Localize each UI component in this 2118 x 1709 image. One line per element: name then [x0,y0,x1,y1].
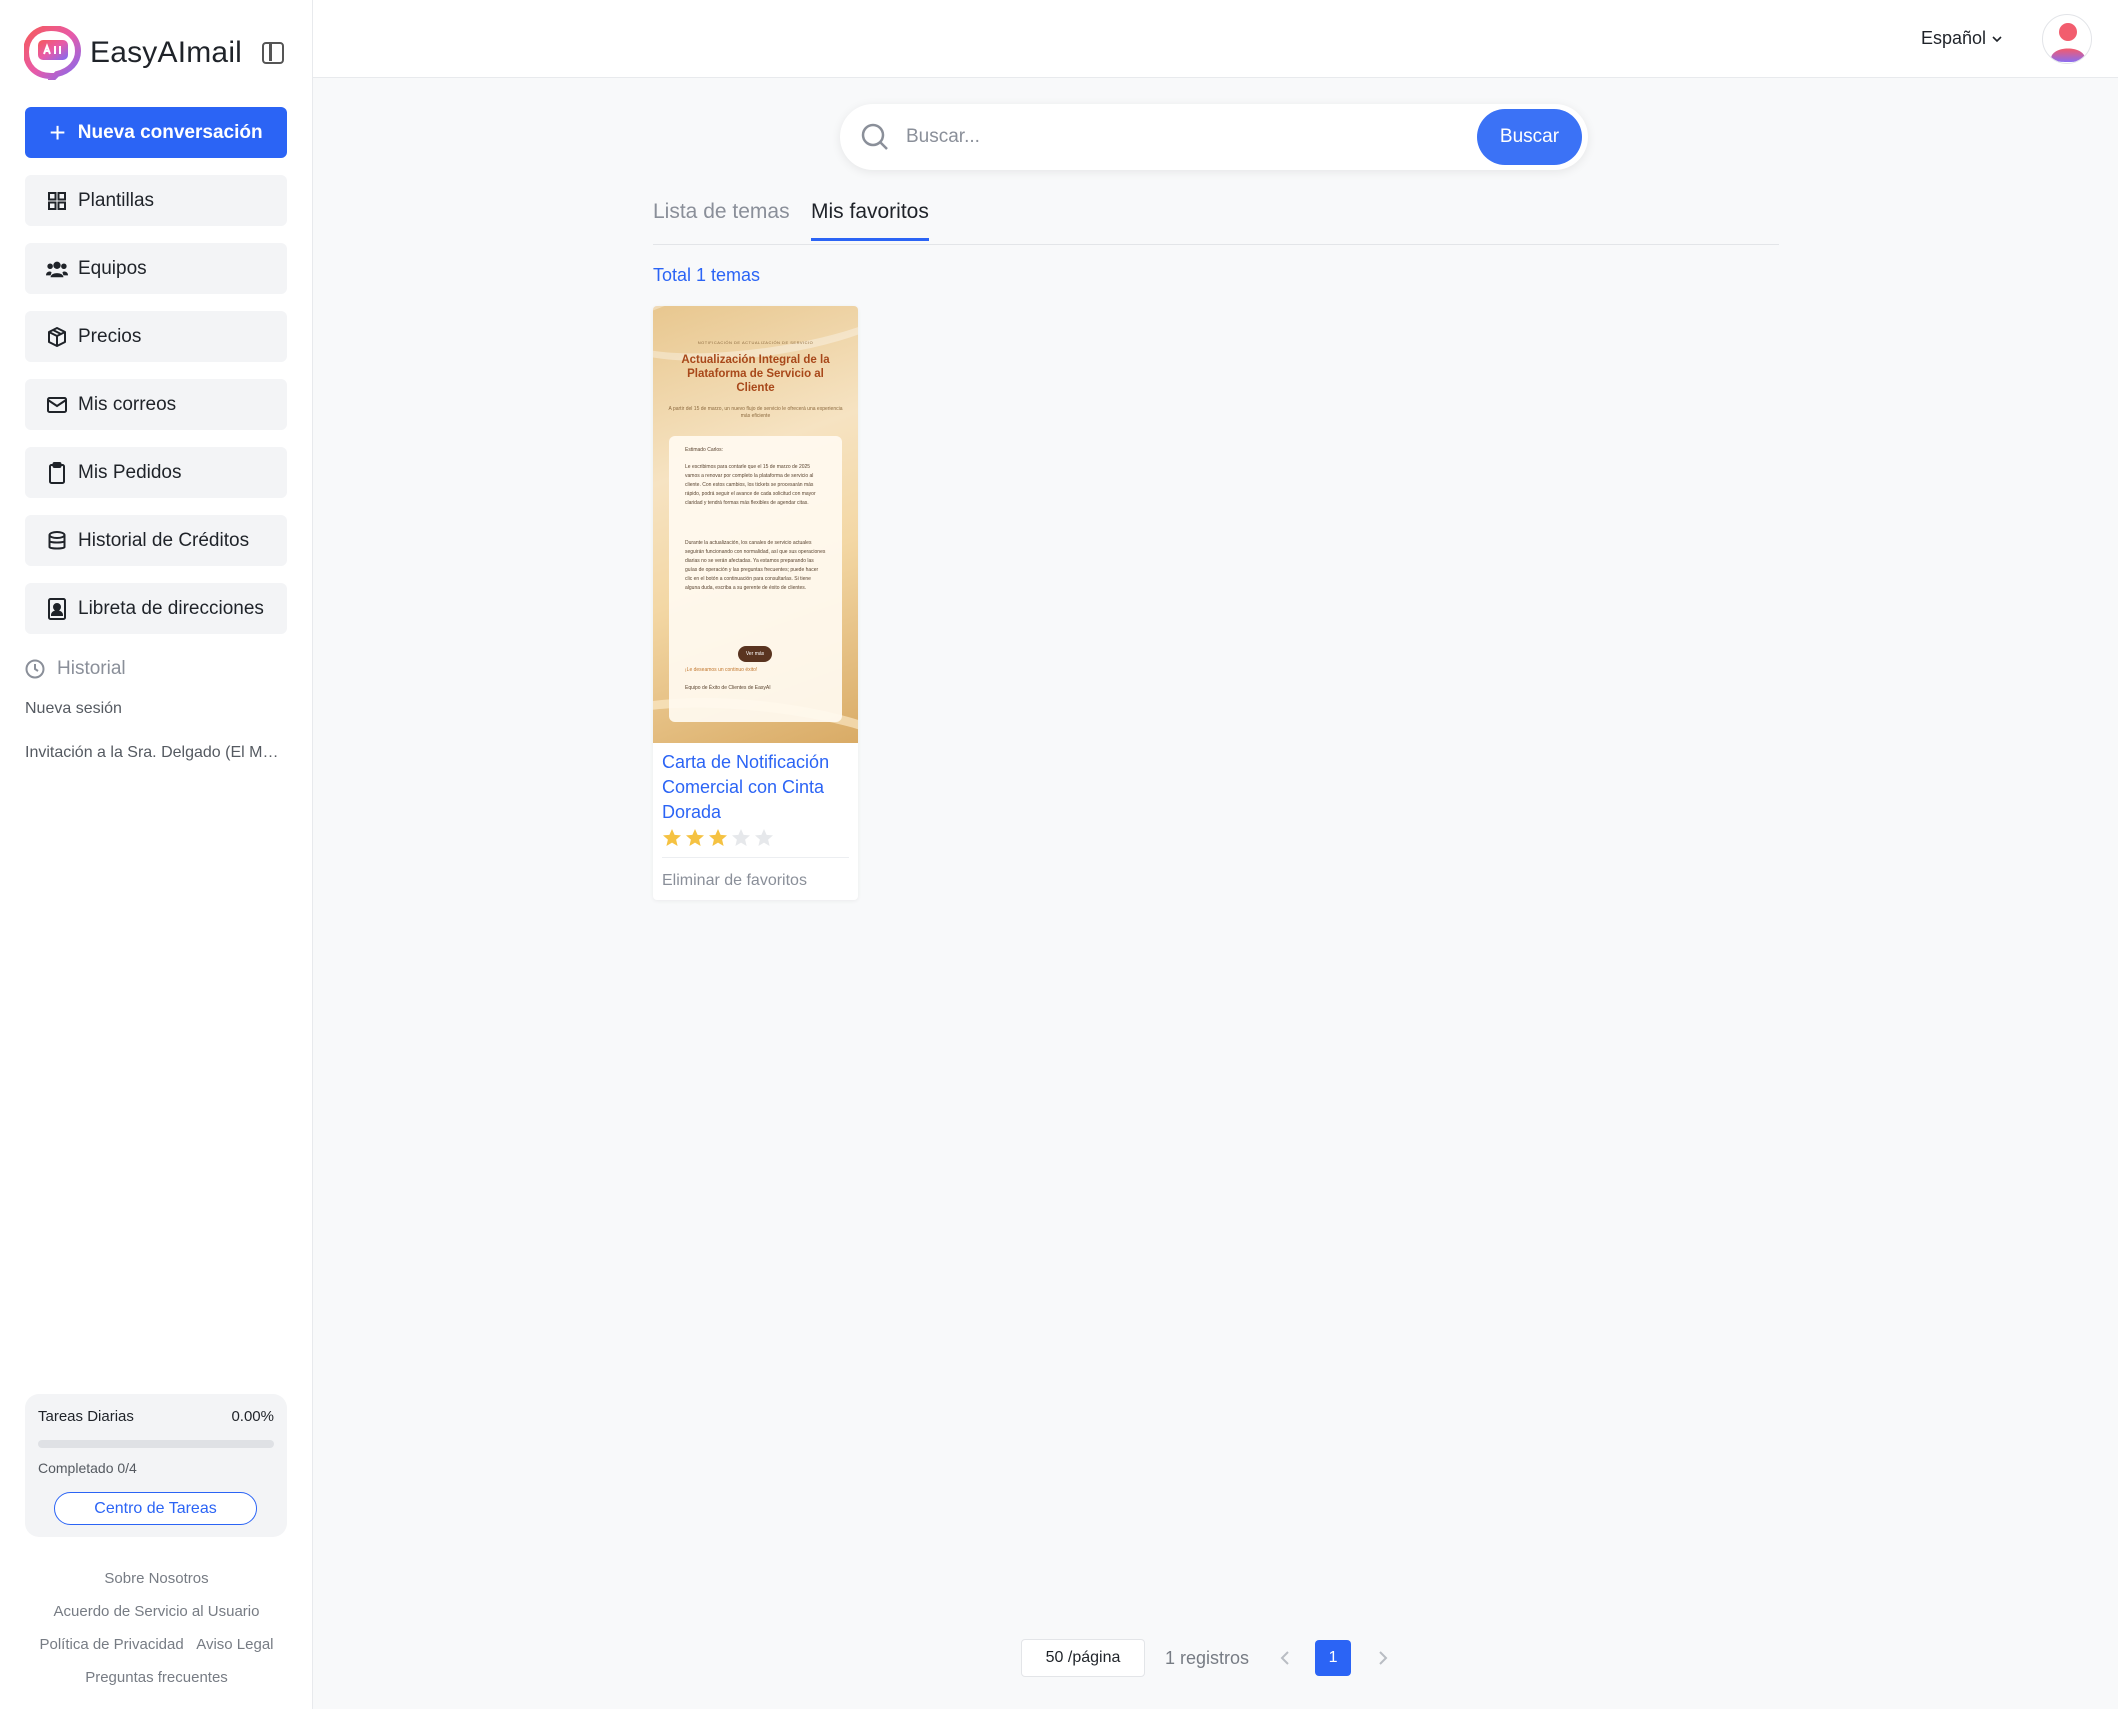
search-input[interactable] [906,126,1456,148]
sidebar-item-label: Precios [78,325,142,347]
sidebar-item-mis-correos[interactable]: Mis correos [25,379,287,430]
new-conversation-label: Nueva conversación [77,121,263,143]
page-number-button[interactable]: 1 [1315,1640,1352,1676]
rating-stars [662,828,777,848]
next-page-button[interactable] [1365,1640,1401,1676]
remove-favorite-button[interactable]: Eliminar de favoritos [662,872,807,890]
language-selector[interactable]: Español [1921,28,2002,49]
sidebar-item-label: Equipos [78,257,147,279]
sidebar-item-precios[interactable]: Precios [25,311,287,362]
history-title: Historial [57,658,126,679]
sidebar-item-label: Plantillas [78,189,155,211]
team-icon [46,258,68,280]
sidebar-item-label: Historial de Créditos [78,529,250,551]
brand-name: EasyAImail [90,36,243,69]
logo-icon [22,24,82,88]
thumbnail-title: Actualización Integral de la Plataforma … [681,354,830,394]
daily-tasks-progress-bar [38,1440,274,1448]
history-header: Historial [25,658,126,680]
history-item[interactable]: Nueva sesión [25,700,287,718]
database-icon [46,530,68,552]
legal-notice-link[interactable]: Aviso Legal [196,1636,273,1653]
brand[interactable]: EasyAImail [22,24,243,88]
thumbnail-paragraph: Le escribimos para contarle que el 15 de… [685,464,816,506]
daily-tasks-panel: Tareas Diarias 0.00% Completado 0/4 Cent… [25,1394,287,1537]
sidebar-item-libreta-direcciones[interactable]: Libreta de direcciones [25,583,287,634]
search-icon [860,122,890,152]
terms-link[interactable]: Acuerdo de Servicio al Usuario [54,1603,260,1620]
sidebar-toggle-icon[interactable] [262,42,284,64]
thumbnail-signature: Equipo de Éxito de Clientes de EasyAI [685,685,771,691]
thumbnail-cta-button: Ver más [738,646,772,662]
star-empty-icon [755,829,773,846]
clipboard-icon [46,461,68,484]
history-item[interactable]: Invitación a la Sra. Delgado (El Mo… [25,744,287,762]
page-size-select[interactable]: 50 /página [1021,1639,1145,1677]
daily-tasks-title: Tareas Diarias [38,1408,134,1425]
language-label: Español [1920,28,1986,48]
thumbnail-letter-body: Estimado Carlos: Le escribimos para cont… [669,436,842,722]
thumbnail-kicker: NOTIFICACIÓN DE ACTUALIZACIÓN DE SERVICI… [697,340,814,345]
tab-my-favorites[interactable]: Mis favoritos [811,200,929,241]
template-title[interactable]: Carta de Notificación Comercial con Cint… [662,750,852,825]
template-card[interactable]: NOTIFICACIÓN DE ACTUALIZACIÓN DE SERVICI… [653,306,858,900]
template-thumbnail[interactable]: NOTIFICACIÓN DE ACTUALIZACIÓN DE SERVICI… [653,306,858,743]
clock-icon [25,659,45,679]
mail-icon [46,394,68,416]
thumbnail-greeting: Estimado Carlos: [685,447,724,453]
sidebar-item-mis-pedidos[interactable]: Mis Pedidos [25,447,287,498]
star-filled-icon [709,829,727,846]
star-filled-icon [686,829,704,846]
about-link[interactable]: Sobre Nosotros [104,1570,208,1587]
search-bar: Buscar [840,104,1588,170]
pagination: 50 /página 1 registros 1 [1021,1639,1401,1677]
card-divider [662,857,849,858]
sidebar-item-equipos[interactable]: Equipos [25,243,287,294]
grid-icon [46,190,68,212]
new-conversation-button[interactable]: + Nueva conversación [25,107,287,158]
topbar: Español [313,0,2118,78]
star-empty-icon [732,829,750,846]
sidebar-item-historial-creditos[interactable]: Historial de Créditos [25,515,287,566]
prev-page-button[interactable] [1267,1640,1303,1676]
thumbnail-subtitle: A partir del 15 de marzo, un nuevo flujo… [668,406,843,419]
chevron-left-icon [1280,1651,1289,1665]
sidebar-item-label: Mis correos [78,393,177,415]
contact-book-icon [46,597,68,620]
sidebar-item-label: Libreta de direcciones [78,597,264,619]
tabs: Lista de temas Mis favoritos [653,196,1779,245]
faq-link[interactable]: Preguntas frecuentes [85,1669,228,1686]
tab-topic-list[interactable]: Lista de temas [653,200,790,238]
sidebar-item-label: Mis Pedidos [78,461,182,483]
thumbnail-paragraph: Durante la actualización, los canales de… [685,540,826,591]
star-filled-icon [663,829,681,846]
footer-links: Sobre Nosotros Acuerdo de Servicio al Us… [0,1562,313,1694]
total-count: Total 1 temas [653,265,761,285]
sidebar-nav: Plantillas Equipos Precios Mis correos M… [25,175,287,651]
daily-tasks-percent: 0.00% [231,1408,274,1425]
privacy-link[interactable]: Política de Privacidad [39,1636,183,1653]
chevron-right-icon [1379,1651,1388,1665]
box-icon [46,326,68,348]
plus-icon: + [49,116,66,148]
task-center-button[interactable]: Centro de Tareas [54,1492,257,1525]
sidebar-item-plantillas[interactable]: Plantillas [25,175,287,226]
records-count: 1 registros [1165,1647,1250,1668]
search-button[interactable]: Buscar [1477,109,1582,165]
app-root: EasyAImail + Nueva conversación Plantill… [0,0,2118,1709]
chevron-down-icon [1992,32,2002,46]
user-avatar[interactable] [2042,14,2092,64]
sidebar: EasyAImail + Nueva conversación Plantill… [0,0,313,1709]
thumbnail-closing: ¡Le deseamos un continuo éxito! [685,667,758,673]
daily-tasks-completed: Completado 0/4 [38,1460,137,1476]
